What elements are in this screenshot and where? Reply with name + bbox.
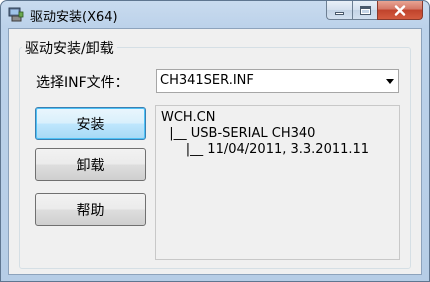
dropdown-arrow-icon[interactable] [386,79,394,84]
driver-setup-icon [8,7,24,22]
help-button[interactable]: 帮助 [35,193,146,226]
window-title: 驱动安装(X64) [30,10,118,25]
inf-file-label: 选择INF文件： [36,75,129,91]
close-button[interactable] [377,1,423,20]
title-bar[interactable]: 驱动安装(X64) [1,1,429,27]
inf-file-select[interactable]: CH341SER.INF [156,69,399,93]
window-controls [326,1,423,21]
maximize-button[interactable] [352,1,377,20]
install-button[interactable]: 安装 [35,107,146,140]
close-icon [394,4,406,16]
info-line-version: |__ 11/04/2011, 3.3.2011.11 [161,142,370,157]
info-line-vendor: WCH.CN [161,110,216,125]
driver-setup-window: 驱动安装(X64) 驱动安装/卸载 选择INF文件： CH341SER.INF … [0,0,430,282]
uninstall-button[interactable]: 卸载 [35,148,146,181]
dialog-client-area: 驱动安装/卸载 选择INF文件： CH341SER.INF 安装 卸载 帮助 W… [8,28,422,275]
driver-info-panel: WCH.CN |__ USB-SERIAL CH340 |__ 11/04/20… [155,105,400,260]
maximize-icon [359,5,371,15]
minimize-button[interactable] [326,1,352,20]
groupbox-title: 驱动安装/卸载 [22,38,117,58]
minimize-icon [335,11,344,15]
inf-file-selected: CH341SER.INF [160,73,254,88]
info-line-device: |__ USB-SERIAL CH340 [161,126,316,141]
